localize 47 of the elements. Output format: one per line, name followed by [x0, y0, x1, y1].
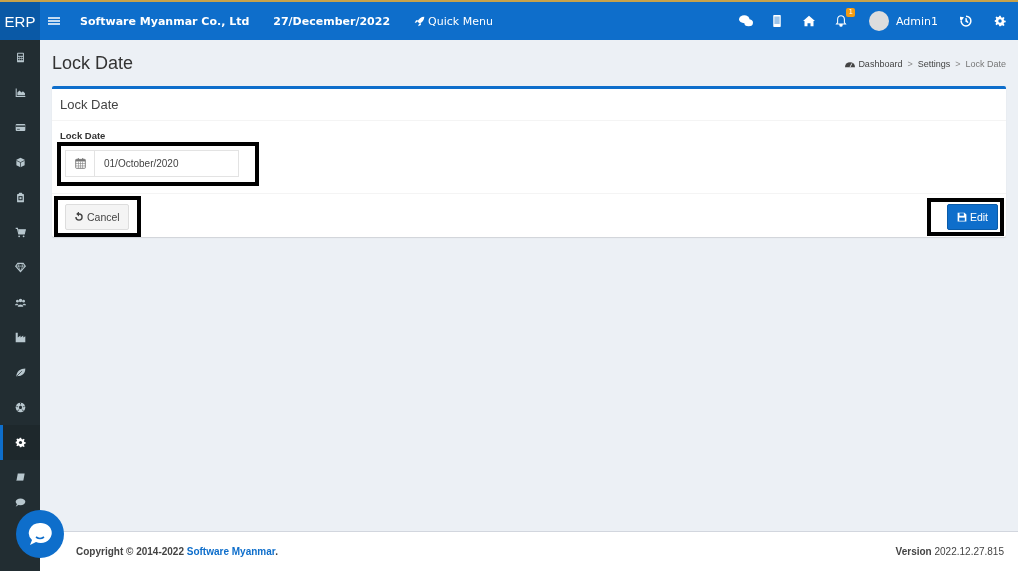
app-logo[interactable]: ERP	[0, 2, 40, 40]
cart-icon	[14, 227, 26, 238]
calendar-icon	[74, 158, 86, 169]
breadcrumb-separator: >	[907, 58, 913, 69]
credit-card-icon	[14, 122, 26, 133]
version-text: Version 2022.12.27.815	[895, 546, 1004, 557]
current-date: 27/December/2022	[272, 14, 392, 28]
bell-icon	[834, 15, 847, 27]
user-menu[interactable]: Admin1	[856, 11, 950, 31]
diamond-icon	[14, 262, 26, 273]
home-icon	[802, 15, 815, 27]
clipboard-icon	[14, 192, 26, 203]
calculator-icon	[14, 52, 26, 63]
area-chart-icon	[14, 87, 26, 98]
avatar-icon	[868, 11, 889, 31]
users-icon	[14, 297, 26, 308]
chat-icon	[738, 14, 753, 28]
gear-icon	[14, 437, 26, 448]
factory-icon	[14, 332, 26, 343]
phone-icon	[770, 15, 783, 27]
rocket-icon	[414, 15, 426, 27]
calendar-button[interactable]	[65, 150, 95, 177]
breadcrumb-current: Lock Date	[965, 58, 1006, 69]
edit-button[interactable]: Edit	[946, 203, 998, 230]
breadcrumb-separator: >	[955, 58, 961, 69]
chat-widget-button[interactable]	[16, 510, 64, 558]
history-icon	[960, 15, 972, 27]
cancel-button[interactable]: Cancel	[65, 204, 129, 230]
copyright-text: Copyright © 2014-2022 Software Myanmar.	[76, 546, 278, 557]
company-link[interactable]: Software Myanmar	[186, 546, 276, 557]
sidebar-item[interactable]	[0, 425, 40, 460]
ball-icon	[14, 402, 26, 413]
settings-icon	[994, 15, 1006, 27]
breadcrumb-link[interactable]: Dashboard	[845, 58, 903, 69]
cube-icon	[14, 157, 26, 168]
undo-icon	[74, 212, 84, 222]
comment-icon	[14, 497, 26, 508]
field-label: Lock Date	[60, 130, 107, 141]
leaf-icon	[14, 367, 26, 378]
panel-title: Lock Date	[60, 97, 119, 112]
page-title: Lock Date	[52, 53, 134, 74]
quick-menu-link[interactable]: Quick Menu	[402, 14, 505, 28]
date-field[interactable]: 01/October/2020	[95, 150, 239, 177]
breadcrumb-link[interactable]: Settings	[917, 58, 951, 69]
speech-bubble-icon	[26, 520, 54, 548]
menu-icon	[48, 15, 60, 27]
company-name: Software Myanmar Co., Ltd	[79, 14, 251, 28]
